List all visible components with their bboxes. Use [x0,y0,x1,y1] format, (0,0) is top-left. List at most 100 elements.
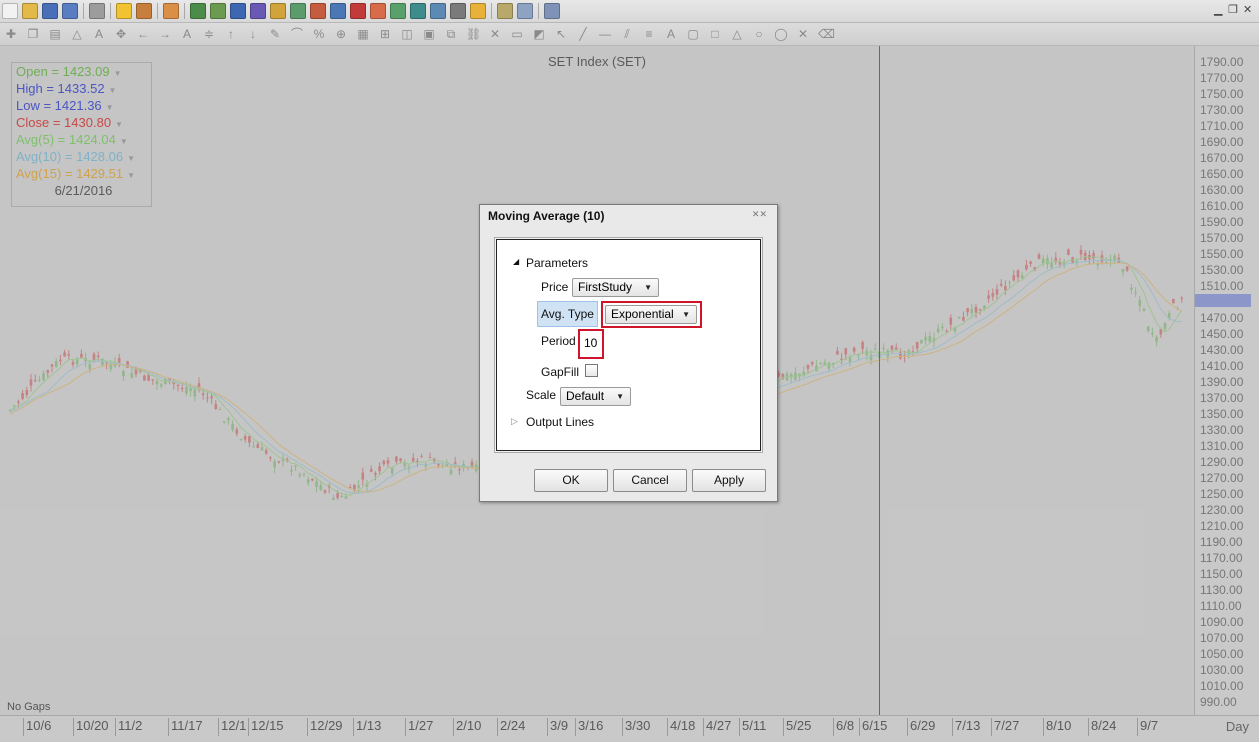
price-axis[interactable]: 1790.00 1770.00 1750.00 1730.00 1710.00 1690.… [1194,46,1259,715]
down-arrow-icon[interactable]: ↓ [246,27,260,41]
alert-icon[interactable] [350,3,366,19]
hline-tool-icon[interactable]: — [598,27,612,41]
fib-tool-icon[interactable]: ≡ [642,27,656,41]
apply-button[interactable]: Apply [692,469,766,492]
restore-icon[interactable]: ❐ [1228,3,1238,16]
open-folder-icon[interactable] [22,3,38,19]
avg-type-select[interactable]: Exponential ▼ [605,305,697,324]
quote-icon[interactable] [250,3,266,19]
chevron-down-icon[interactable]: ▼ [114,69,122,78]
cursor-icon[interactable]: ↖ [554,27,568,41]
line-tool-icon[interactable]: ╱ [576,27,590,41]
favorites-star-icon[interactable] [116,3,132,19]
toolbar-divider [184,3,185,19]
collapse-triangle-icon[interactable]: ◢ [513,257,519,266]
date-axis[interactable]: Day 10/6 10/20 11/2 11/17 12/1 12/15 12/29 1/13… [0,715,1259,742]
rectangle-icon[interactable]: □ [708,27,722,41]
portfolio-icon[interactable] [310,3,326,19]
triangle-icon[interactable]: △ [730,27,744,41]
copy-icon[interactable]: ❐ [26,27,40,41]
back-arrow-icon[interactable]: ← [136,27,150,41]
price-tick-label: 1570.00 [1200,231,1244,245]
move-tool-icon[interactable]: ✥ [114,27,128,41]
up-arrow-icon[interactable]: ↑ [224,27,238,41]
trade-icon[interactable] [450,3,466,19]
triangle-tool-icon[interactable]: △ [70,27,84,41]
scale-select[interactable]: Default ▼ [560,387,631,406]
curve-icon[interactable]: ⌒ [290,27,304,41]
period-input[interactable]: 10 [582,333,600,353]
analysis-icon[interactable] [270,3,286,19]
chevron-down-icon[interactable]: ▼ [127,171,135,180]
align-icon[interactable]: ≑ [202,27,216,41]
globe-icon[interactable] [410,3,426,19]
label-tool-icon[interactable]: A [664,27,678,41]
callout-icon[interactable]: ▢ [686,27,700,41]
gapfill-checkbox[interactable] [585,364,598,377]
text-tool-icon[interactable]: A [92,27,106,41]
template-icon[interactable]: ▭ [510,27,524,41]
chevron-down-icon[interactable]: ▼ [109,86,117,95]
properties-icon[interactable]: ▤ [48,27,62,41]
chevron-down-icon[interactable]: ▼ [127,154,135,163]
print-icon[interactable] [89,3,105,19]
watchlist-icon[interactable] [136,3,152,19]
price-tick-label: 1630.00 [1200,183,1244,197]
interval-label[interactable]: Day [1226,719,1249,734]
parameters-label[interactable]: Parameters [526,256,588,270]
chevron-down-icon[interactable]: ▼ [106,103,114,112]
layout-icon[interactable] [163,3,179,19]
date-tick-label: 12/1 [217,718,247,736]
home-icon[interactable] [544,3,560,19]
indicator-icon[interactable]: ⊞ [378,27,392,41]
zoom-icon[interactable]: ⊕ [334,27,348,41]
ellipse-icon[interactable]: ◯ [774,27,788,41]
chevron-down-icon[interactable]: ▼ [115,120,123,129]
graph-icon[interactable] [390,3,406,19]
study-icon[interactable]: ◫ [400,27,414,41]
settings-icon[interactable] [497,3,513,19]
pencil-icon[interactable]: ✎ [268,27,282,41]
close-icon[interactable]: ✕✕ [752,209,767,220]
price-select[interactable]: FirstStudy ▼ [572,278,659,297]
minimize-icon[interactable]: ▁ [1214,3,1222,16]
font-tool-icon[interactable]: A [180,27,194,41]
news-icon[interactable] [330,3,346,19]
dropdown-caret-icon: ▼ [682,310,690,319]
add-icon[interactable]: ✚ [4,27,18,41]
date-tick-label: 4/18 [666,718,696,736]
map-icon[interactable] [290,3,306,19]
window-icon[interactable] [517,3,533,19]
layer-icon[interactable]: ◩ [532,27,546,41]
overlay-icon[interactable]: ▣ [422,27,436,41]
close-icon[interactable]: ✕ [1243,3,1252,16]
date-tick-label: 3/30 [621,718,651,736]
save-icon[interactable] [42,3,58,19]
legend-low: Low = 1421.36 ▼ [16,98,114,113]
save-as-icon[interactable] [62,3,78,19]
expand-triangle-icon[interactable]: ▷ [511,416,518,427]
compare-icon[interactable]: ⧉ [444,27,458,41]
grid-icon[interactable]: ▦ [356,27,370,41]
circle-icon[interactable]: ○ [752,27,766,41]
new-document-icon[interactable] [2,3,18,19]
channel-tool-icon[interactable]: ⫽ [620,27,634,41]
scanner-icon[interactable] [230,3,246,19]
ok-button[interactable]: OK [534,469,608,492]
forward-arrow-icon[interactable]: → [158,27,172,41]
toolbar-divider [157,3,158,19]
eraser-icon[interactable]: ⌫ [818,27,835,41]
table-icon[interactable] [210,3,226,19]
percent-icon[interactable]: % [312,27,326,41]
drawing-toolbar: ✚ ❐ ▤ △ A ✥ ← → A ≑ ↑ ↓ ✎ ⌒ % ⊕ ▦ ⊞ ◫ ▣ … [0,23,1259,46]
link-icon[interactable]: ⛓ [466,27,481,41]
delete-icon[interactable]: ✕ [488,27,502,41]
bell-icon[interactable] [470,3,486,19]
clear-icon[interactable]: ✕ [796,27,810,41]
output-lines-label[interactable]: Output Lines [526,415,594,429]
chart-icon[interactable] [190,3,206,19]
heatmap-icon[interactable] [430,3,446,19]
chevron-down-icon[interactable]: ▼ [120,137,128,146]
tools-icon[interactable] [370,3,386,19]
cancel-button[interactable]: Cancel [613,469,687,492]
